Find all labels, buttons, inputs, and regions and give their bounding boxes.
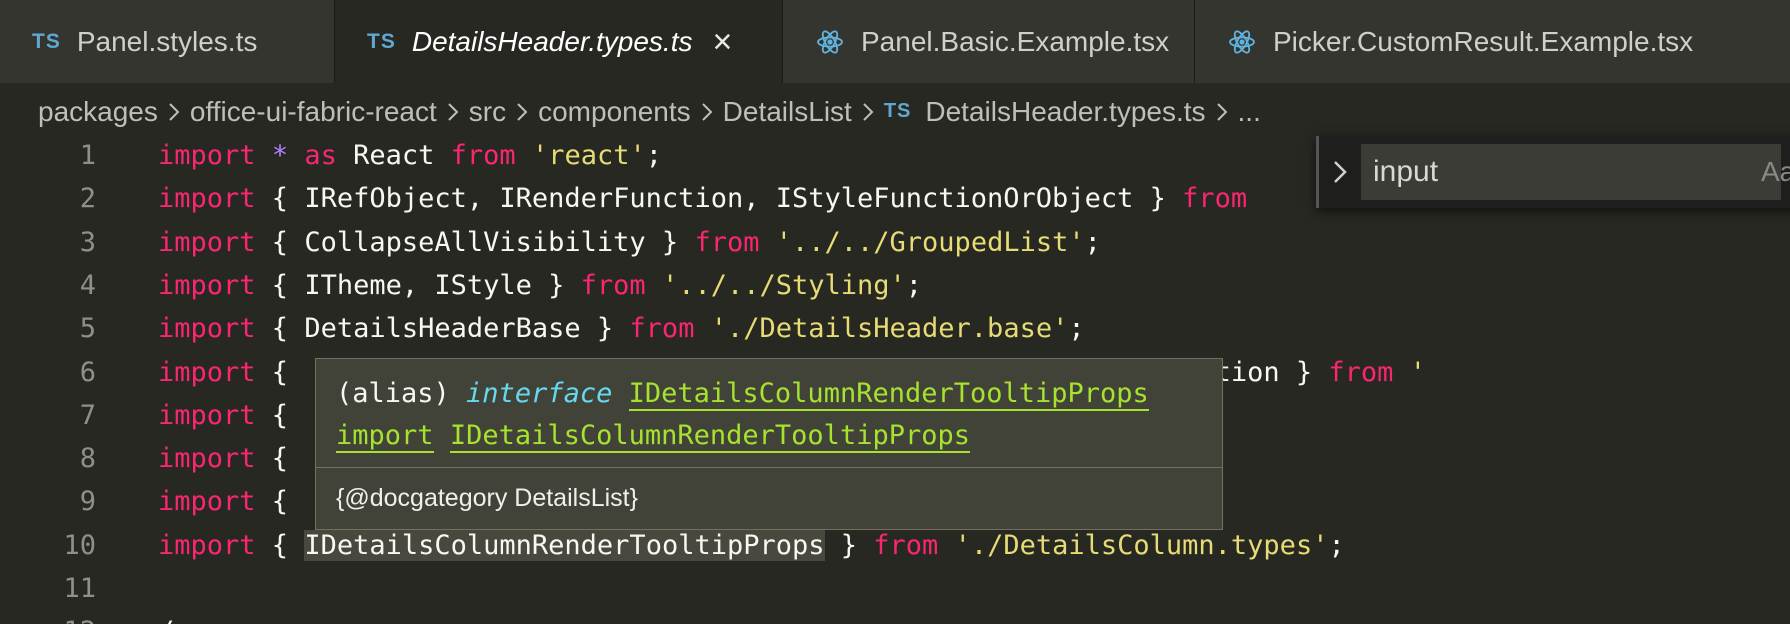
line-number: 12 bbox=[0, 616, 96, 624]
line-number: 4 bbox=[79, 269, 96, 301]
tab-label: Panel.Basic.Example.tsx bbox=[861, 25, 1170, 57]
code-line[interactable]: 12 / bbox=[0, 610, 1790, 624]
chevron-right-icon bbox=[701, 102, 713, 122]
code-text: import { IDetailsColumnRenderTooltipProp… bbox=[158, 529, 1345, 561]
line-number: 7 bbox=[79, 399, 96, 431]
tab-label: DetailsHeader.types.ts bbox=[411, 25, 693, 57]
line-number: 10 bbox=[63, 529, 96, 561]
line-number: 1 bbox=[79, 140, 96, 171]
tab-label: Picker.CustomResult.Example.tsx bbox=[1273, 25, 1694, 57]
code-text: import { ITheme, IStyle } from '../../St… bbox=[158, 269, 923, 301]
react-icon bbox=[815, 27, 845, 57]
chevron-right-icon bbox=[168, 102, 180, 122]
hover-signature: (alias) interface IDetailsColumnRenderTo… bbox=[336, 373, 1149, 457]
tab-detailsheader-types-ts[interactable]: TS DetailsHeader.types.ts × bbox=[335, 0, 783, 83]
line-number: 9 bbox=[79, 486, 96, 518]
line-number: 8 bbox=[79, 443, 96, 475]
chevron-right-icon bbox=[1216, 102, 1228, 122]
find-widget: input Aa bbox=[1316, 136, 1790, 208]
breadcrumb-item[interactable]: components bbox=[538, 96, 691, 128]
ts-icon: TS bbox=[32, 29, 61, 53]
breadcrumb-file-label: DetailsHeader.types.ts bbox=[925, 95, 1206, 127]
ts-icon: TS bbox=[367, 29, 396, 53]
chevron-right-icon bbox=[447, 102, 459, 122]
code-text: import * as React from 'react'; bbox=[158, 140, 663, 171]
chevron-right-icon bbox=[862, 102, 874, 122]
line-number: 3 bbox=[79, 226, 96, 258]
breadcrumb-item[interactable]: packages bbox=[38, 96, 158, 128]
breadcrumb-more[interactable]: ... bbox=[1238, 96, 1261, 128]
breadcrumb-item[interactable]: DetailsList bbox=[723, 96, 852, 128]
hover-alias: (alias) bbox=[336, 378, 467, 409]
breadcrumb-item[interactable]: src bbox=[469, 96, 506, 128]
line-number: 2 bbox=[79, 183, 96, 215]
code-line[interactable]: 5 import { DetailsHeaderBase } from './De… bbox=[0, 307, 1790, 350]
code-line[interactable]: 3 import { CollapseAllVisibility } from '… bbox=[0, 221, 1790, 264]
code-text: import { DetailsHeaderBase } from './Det… bbox=[158, 313, 1085, 345]
hover-tooltip: (alias) interface IDetailsColumnRenderTo… bbox=[315, 358, 1223, 530]
code-text: import { CollapseAllVisibility } from '.… bbox=[158, 226, 1101, 258]
breadcrumb-file[interactable]: TS DetailsHeader.types.ts bbox=[884, 96, 1206, 128]
code-line[interactable]: 11 bbox=[0, 567, 1790, 610]
code-line[interactable]: 10 import { IDetailsColumnRenderTooltipPr… bbox=[0, 524, 1790, 567]
ts-icon: TS bbox=[883, 100, 912, 122]
tab-panel-styles-ts[interactable]: TS Panel.styles.ts bbox=[0, 0, 335, 83]
code-text: / bbox=[158, 616, 174, 624]
breadcrumb: packages office-ui-fabric-react src compone… bbox=[0, 83, 1790, 140]
hover-interface-keyword: interface bbox=[466, 378, 613, 409]
hover-import-name-link[interactable]: IDetailsColumnRenderTooltipProps bbox=[449, 420, 970, 453]
tab-panel-basic-example-tsx[interactable]: Panel.Basic.Example.tsx bbox=[783, 0, 1195, 83]
tab-label: Panel.styles.ts bbox=[76, 25, 258, 57]
line-number: 11 bbox=[63, 573, 96, 604]
hover-doc-text: {@docgategory DetailsList} bbox=[336, 484, 638, 512]
hover-import-keyword[interactable]: import bbox=[336, 420, 434, 453]
line-number: 5 bbox=[79, 313, 96, 345]
close-tab-icon[interactable]: × bbox=[713, 25, 733, 59]
line-number: 6 bbox=[79, 356, 96, 388]
find-input-value: input bbox=[1373, 155, 1439, 188]
toggle-replace-chevron-icon[interactable] bbox=[1319, 159, 1361, 185]
editor-tab-bar: TS Panel.styles.ts TS DetailsHeader.types.t… bbox=[0, 0, 1790, 83]
code-text: import { IRefObject, IRenderFunction, IS… bbox=[158, 183, 1248, 215]
react-icon bbox=[1227, 27, 1257, 57]
code-line[interactable]: 4 import { ITheme, IStyle } from '../../S… bbox=[0, 264, 1790, 307]
chevron-right-icon bbox=[516, 102, 528, 122]
match-case-toggle[interactable]: Aa bbox=[1761, 156, 1790, 188]
hover-divider bbox=[316, 467, 1222, 468]
find-input[interactable]: input Aa bbox=[1361, 144, 1790, 200]
hover-interface-name-link[interactable]: IDetailsColumnRenderTooltipProps bbox=[628, 378, 1149, 411]
tab-picker-customresult-example-tsx[interactable]: Picker.CustomResult.Example.tsx bbox=[1195, 0, 1790, 83]
breadcrumb-item[interactable]: office-ui-fabric-react bbox=[190, 96, 437, 128]
